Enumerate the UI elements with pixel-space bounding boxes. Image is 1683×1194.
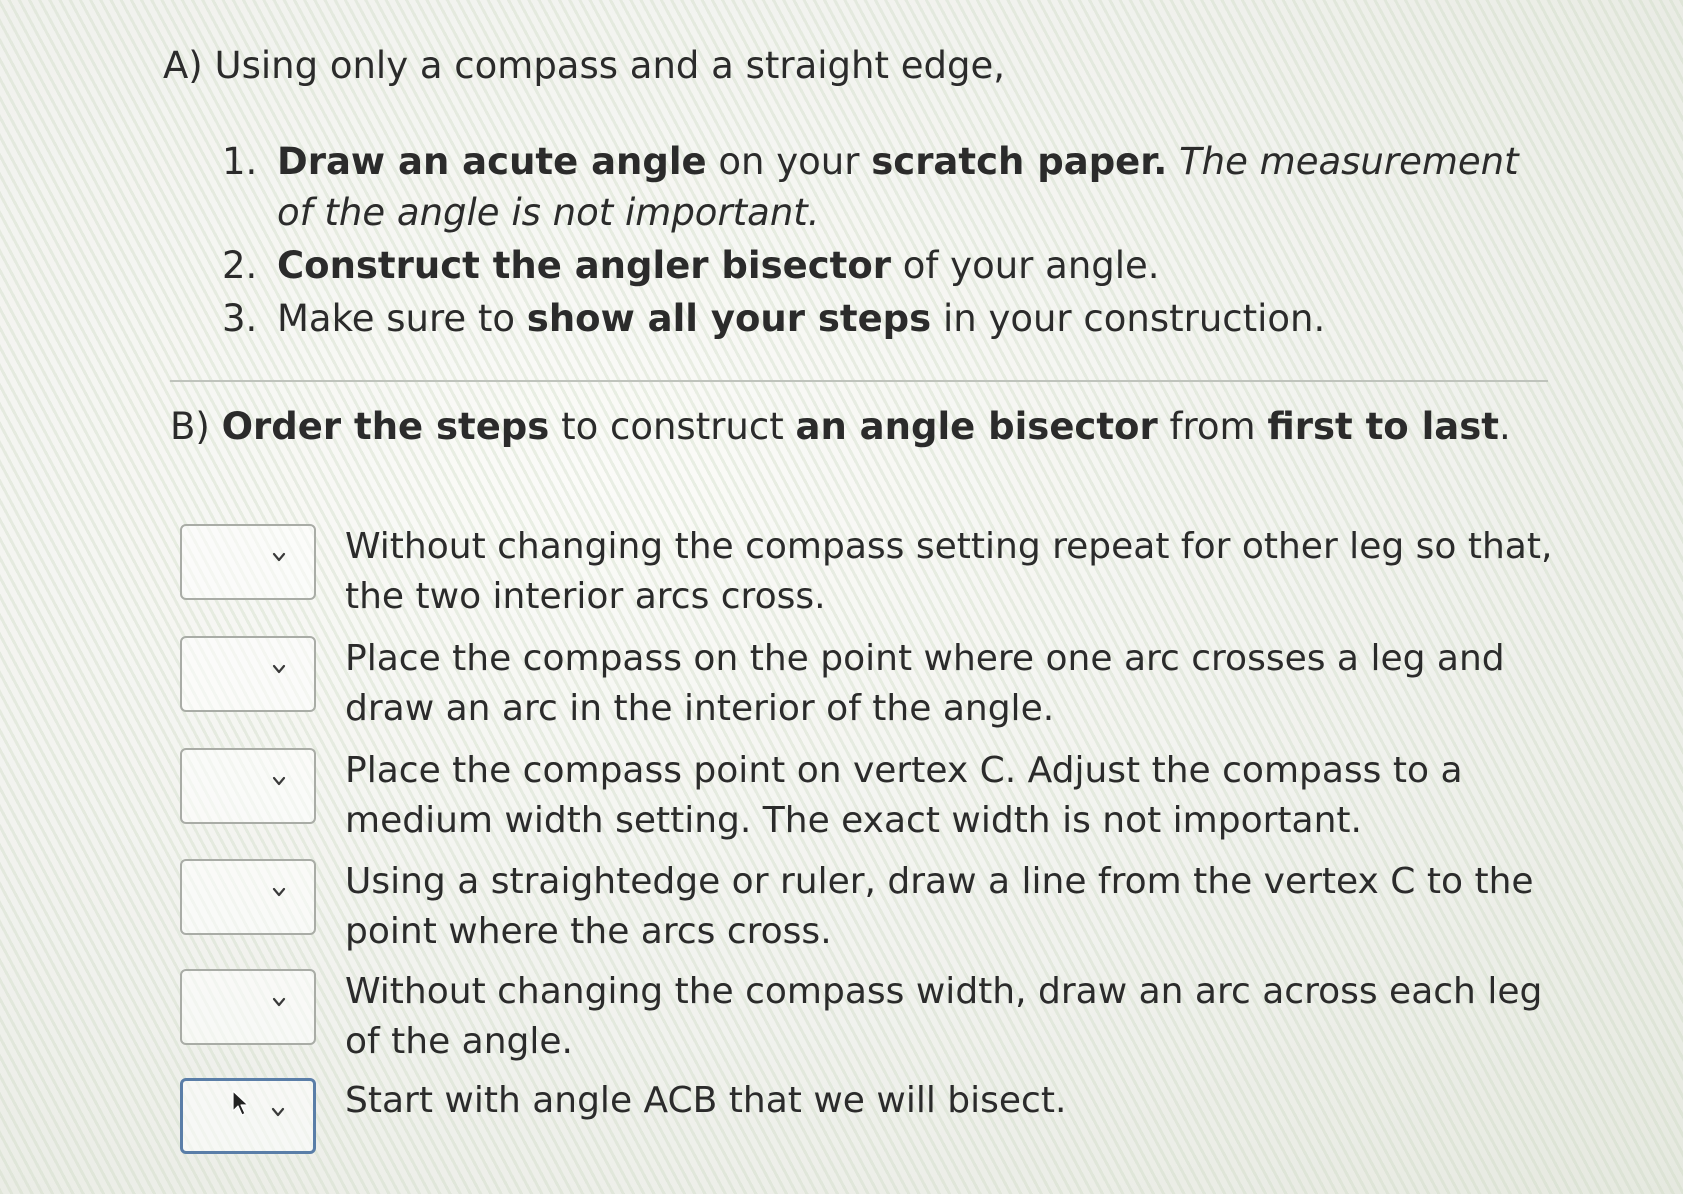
part-b-text: . bbox=[1498, 405, 1511, 448]
step-text: Using a straightedge or ruler, draw a li… bbox=[345, 861, 1534, 952]
instruction-bold: Construct the angler bisector bbox=[277, 244, 891, 287]
part-b-heading: B) Order the steps to construct an angle… bbox=[170, 405, 1511, 448]
question-page: A) Using only a compass and a straight e… bbox=[0, 0, 1683, 1194]
chevron-down-icon bbox=[272, 997, 286, 1007]
instruction-bold: show all your steps bbox=[526, 297, 932, 340]
instruction-text: of your angle. bbox=[891, 244, 1160, 287]
part-b-text: to construct bbox=[549, 405, 796, 448]
instruction-number: 2. bbox=[222, 244, 258, 287]
instruction-2: 2. Construct the angler bisector of your … bbox=[222, 240, 1552, 291]
instruction-number: 1. bbox=[222, 140, 258, 183]
step-order-dropdown[interactable] bbox=[180, 636, 316, 712]
step-order-dropdown[interactable] bbox=[180, 859, 316, 935]
instruction-bold: scratch paper. bbox=[871, 140, 1168, 183]
instruction-number: 3. bbox=[222, 297, 258, 340]
instructions-list: 1. Draw an acute angle on your scratch pa… bbox=[222, 136, 1552, 346]
part-b-prefix: B) bbox=[170, 405, 222, 448]
step-order-dropdown[interactable] bbox=[180, 1078, 316, 1154]
step-row: Using a straightedge or ruler, draw a li… bbox=[180, 857, 1580, 963]
step-order-dropdown[interactable] bbox=[180, 524, 316, 600]
step-text: Place the compass point on vertex C. Adj… bbox=[345, 750, 1463, 841]
step-text: Place the compass on the point where one… bbox=[345, 638, 1505, 729]
step-text: Without changing the compass width, draw… bbox=[345, 971, 1543, 1062]
instruction-bold: Draw an acute angle bbox=[277, 140, 707, 183]
part-a-heading: A) Using only a compass and a straight e… bbox=[163, 44, 1006, 87]
instruction-text: Make sure to bbox=[277, 297, 527, 340]
step-row: Start with angle ACB that we will bisect… bbox=[180, 1076, 1580, 1182]
instruction-text: in your construction. bbox=[931, 297, 1326, 340]
step-row: Without changing the compass width, draw… bbox=[180, 967, 1580, 1073]
instruction-1: 1. Draw an acute angle on your scratch pa… bbox=[222, 136, 1552, 238]
mouse-cursor-icon bbox=[232, 1090, 249, 1116]
part-b-text: from bbox=[1157, 405, 1268, 448]
instruction-text: on your bbox=[706, 140, 872, 183]
step-row: Place the compass point on vertex C. Adj… bbox=[180, 746, 1580, 852]
step-order-dropdown[interactable] bbox=[180, 748, 316, 824]
chevron-down-icon bbox=[272, 552, 286, 562]
step-text: Start with angle ACB that we will bisect… bbox=[345, 1080, 1067, 1121]
chevron-down-icon bbox=[272, 664, 286, 674]
step-text: Without changing the compass setting rep… bbox=[345, 526, 1553, 617]
part-b-bold: an angle bisector bbox=[795, 405, 1158, 448]
step-row: Place the compass on the point where one… bbox=[180, 634, 1580, 740]
part-b-bold: first to last bbox=[1267, 405, 1499, 448]
chevron-down-icon bbox=[271, 1107, 285, 1117]
instruction-3: 3. Make sure to show all your steps in yo… bbox=[222, 293, 1552, 344]
chevron-down-icon bbox=[272, 887, 286, 897]
section-divider bbox=[170, 380, 1548, 382]
chevron-down-icon bbox=[272, 776, 286, 786]
step-row: Without changing the compass setting rep… bbox=[180, 522, 1580, 628]
step-order-dropdown[interactable] bbox=[180, 969, 316, 1045]
part-b-bold: Order the steps bbox=[221, 405, 550, 448]
